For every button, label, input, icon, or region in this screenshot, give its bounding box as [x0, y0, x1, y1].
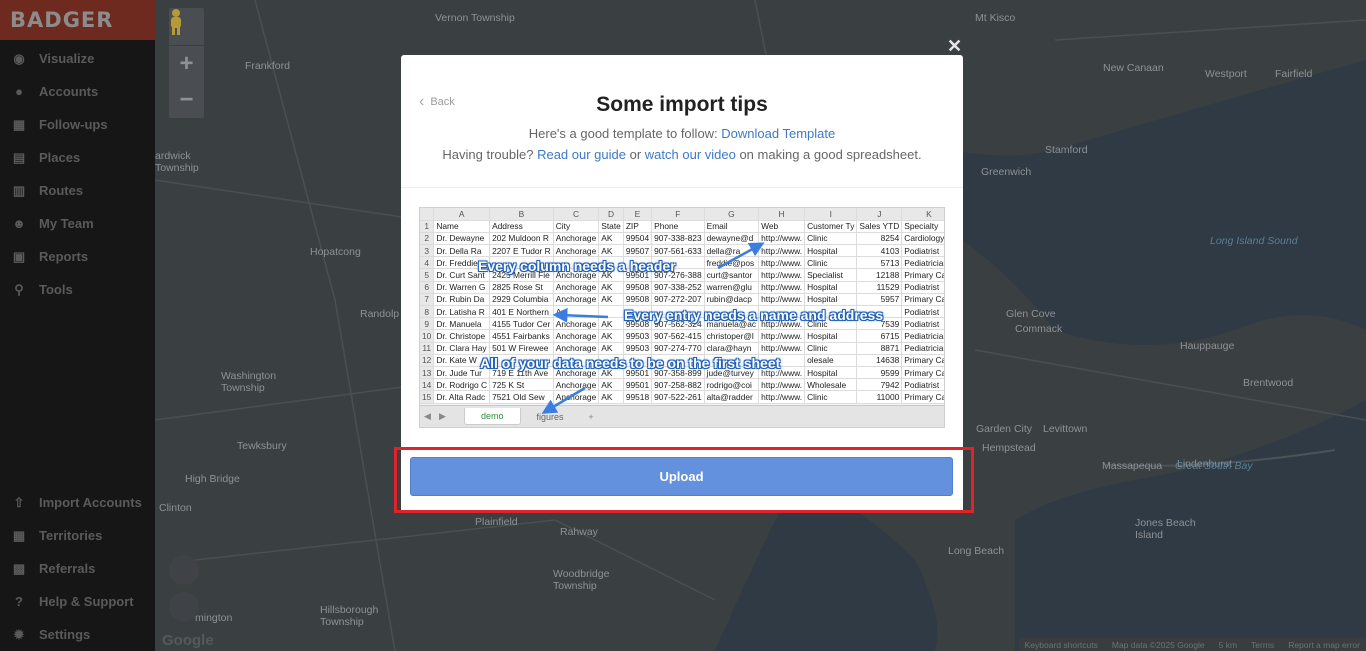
- annotation-first-sheet: All of your data needs to be on the firs…: [480, 355, 781, 371]
- close-modal-button[interactable]: ✕: [947, 37, 962, 55]
- modal-header: ‹ Back Some import tips Here's a good te…: [401, 55, 963, 188]
- arrow-entry: [552, 307, 609, 323]
- spreadsheet-example-image: A B C D E F G H I J K 1 Name Address City State ZIP Phone…: [419, 207, 945, 428]
- template-tip: Here's a good template to follow: Downlo…: [401, 126, 963, 141]
- arrow-first-sheet: [541, 386, 586, 414]
- annotation-entry: Every entry needs a name and address: [624, 307, 884, 323]
- read-guide-link[interactable]: Read our guide: [537, 147, 626, 162]
- help-tip: Having trouble? Read our guide or watch …: [401, 147, 963, 162]
- help-tip-mid: or: [625, 147, 645, 162]
- arrow-header: [717, 242, 765, 270]
- upload-button[interactable]: Upload: [410, 457, 953, 496]
- download-template-link[interactable]: Download Template: [721, 126, 835, 141]
- modal-title: Some import tips: [596, 93, 768, 116]
- watch-video-link[interactable]: watch our video: [645, 147, 736, 162]
- help-tip-prefix: Having trouble?: [442, 147, 538, 162]
- annotation-header: Every column needs a header: [478, 258, 676, 274]
- help-tip-suffix: on making a good spreadsheet.: [735, 147, 922, 162]
- import-tips-modal: ‹ Back Some import tips Here's a good te…: [401, 55, 963, 513]
- template-tip-text: Here's a good template to follow:: [528, 126, 722, 141]
